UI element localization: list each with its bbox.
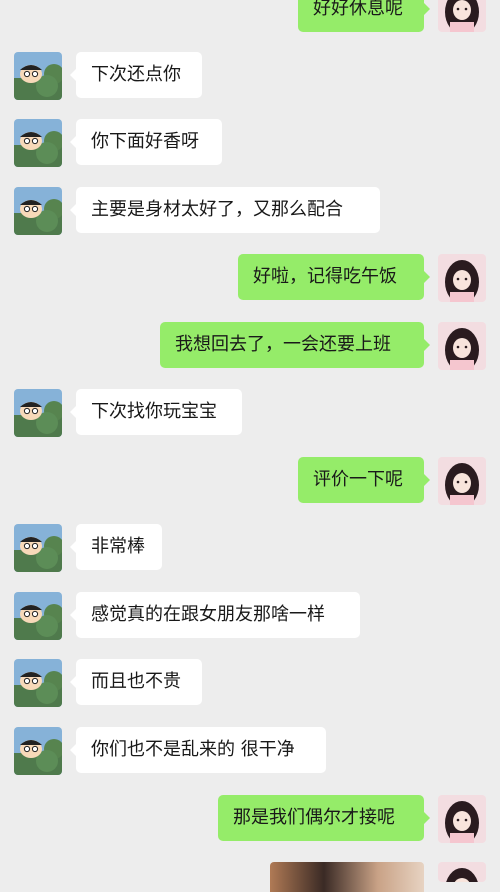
incoming-bubble[interactable]: 你下面好香呀 [70, 119, 222, 165]
self-avatar[interactable] [438, 457, 486, 505]
contact-avatar[interactable] [14, 389, 62, 437]
contact-avatar[interactable] [14, 524, 62, 572]
contact-avatar[interactable] [14, 187, 62, 235]
incoming-bubble[interactable]: 主要是身材太好了，又那么配合 [70, 187, 380, 233]
contact-avatar[interactable] [14, 727, 62, 775]
outgoing-bubble[interactable]: 我想回去了，一会还要上班 [160, 322, 430, 368]
contact-avatar[interactable] [14, 659, 62, 707]
incoming-bubble[interactable]: 你们也不是乱来的 很干净 [70, 727, 326, 773]
incoming-bubble[interactable]: 下次找你玩宝宝 [70, 389, 242, 435]
incoming-bubble[interactable]: 感觉真的在跟女朋友那啥一样 [70, 592, 360, 638]
contact-avatar[interactable] [14, 52, 62, 100]
incoming-bubble[interactable]: 而且也不贵 [70, 659, 202, 705]
outgoing-bubble[interactable]: 评价一下呢 [298, 457, 430, 503]
self-avatar[interactable] [438, 0, 486, 32]
contact-avatar[interactable] [14, 592, 62, 640]
contact-avatar[interactable] [14, 119, 62, 167]
self-avatar[interactable] [438, 862, 486, 882]
self-avatar[interactable] [438, 254, 486, 302]
incoming-bubble[interactable]: 非常棒 [70, 524, 162, 570]
outgoing-bubble[interactable]: 好好休息呢 [298, 0, 430, 32]
self-avatar[interactable] [438, 795, 486, 843]
outgoing-bubble[interactable]: 那是我们偶尔才接呢 [218, 795, 430, 841]
outgoing-bubble[interactable]: 好啦，记得吃午饭 [238, 254, 430, 300]
incoming-bubble[interactable]: 下次还点你 [70, 52, 202, 98]
image-message[interactable] [270, 862, 424, 892]
self-avatar[interactable] [438, 322, 486, 370]
